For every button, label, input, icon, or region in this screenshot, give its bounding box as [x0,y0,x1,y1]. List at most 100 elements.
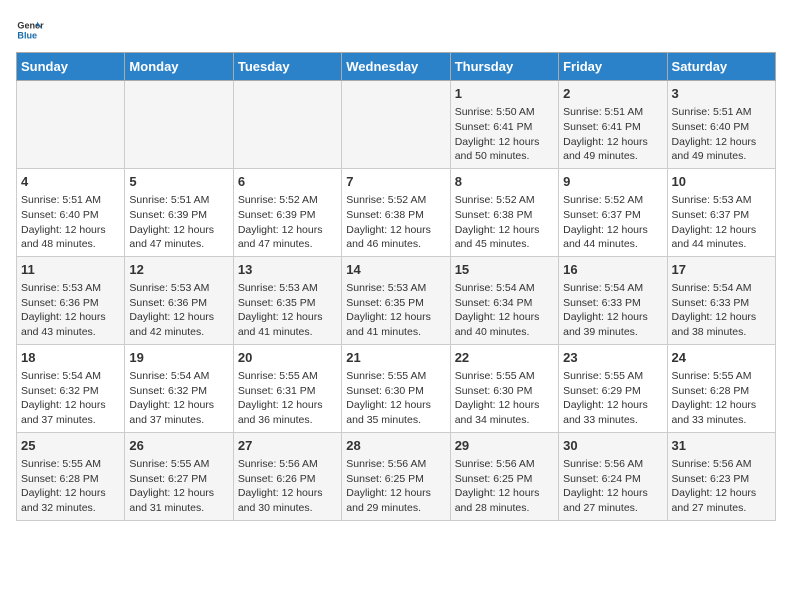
day-number: 10 [672,173,771,191]
cell-content: Sunrise: 5:51 AM Sunset: 6:41 PM Dayligh… [563,105,662,164]
calendar-cell: 11 Sunrise: 5:53 AM Sunset: 6:36 PM Dayli… [17,256,125,344]
day-number: 25 [21,437,120,455]
cell-content: Sunrise: 5:55 AM Sunset: 6:30 PM Dayligh… [455,369,554,428]
day-number: 16 [563,261,662,279]
calendar-cell: 22 Sunrise: 5:55 AM Sunset: 6:30 PM Dayli… [450,344,558,432]
calendar-body: 1Sunrise: 5:50 AM Sunset: 6:41 PM Daylig… [17,81,776,521]
cell-content: Sunrise: 5:55 AM Sunset: 6:28 PM Dayligh… [672,369,771,428]
week-row-4: 18Sunrise: 5:54 AM Sunset: 6:32 PM Dayli… [17,344,776,432]
calendar-cell: 30 Sunrise: 5:56 AM Sunset: 6:24 PM Dayli… [559,432,667,520]
day-number: 4 [21,173,120,191]
cell-content: Sunrise: 5:55 AM Sunset: 6:28 PM Dayligh… [21,457,120,516]
cell-content: Sunrise: 5:56 AM Sunset: 6:25 PM Dayligh… [455,457,554,516]
day-number: 9 [563,173,662,191]
day-number: 28 [346,437,445,455]
cell-content: Sunrise: 5:55 AM Sunset: 6:29 PM Dayligh… [563,369,662,428]
calendar-cell: 3Sunrise: 5:51 AM Sunset: 6:40 PM Daylig… [667,81,775,169]
cell-content: Sunrise: 5:55 AM Sunset: 6:27 PM Dayligh… [129,457,228,516]
header-cell-wednesday: Wednesday [342,53,450,81]
day-number: 31 [672,437,771,455]
cell-content: Sunrise: 5:54 AM Sunset: 6:32 PM Dayligh… [21,369,120,428]
cell-content: Sunrise: 5:51 AM Sunset: 6:40 PM Dayligh… [21,193,120,252]
calendar-cell: 26 Sunrise: 5:55 AM Sunset: 6:27 PM Dayli… [125,432,233,520]
calendar-cell: 16 Sunrise: 5:54 AM Sunset: 6:33 PM Dayli… [559,256,667,344]
cell-content: Sunrise: 5:52 AM Sunset: 6:39 PM Dayligh… [238,193,337,252]
cell-content: Sunrise: 5:52 AM Sunset: 6:38 PM Dayligh… [455,193,554,252]
calendar-cell: 7 Sunrise: 5:52 AM Sunset: 6:38 PM Daylig… [342,168,450,256]
header-cell-thursday: Thursday [450,53,558,81]
cell-content: Sunrise: 5:52 AM Sunset: 6:37 PM Dayligh… [563,193,662,252]
cell-content: Sunrise: 5:55 AM Sunset: 6:30 PM Dayligh… [346,369,445,428]
calendar-cell: 15 Sunrise: 5:54 AM Sunset: 6:34 PM Dayli… [450,256,558,344]
cell-content: Sunrise: 5:53 AM Sunset: 6:36 PM Dayligh… [21,281,120,340]
week-row-3: 11 Sunrise: 5:53 AM Sunset: 6:36 PM Dayli… [17,256,776,344]
cell-content: Sunrise: 5:54 AM Sunset: 6:33 PM Dayligh… [563,281,662,340]
day-number: 8 [455,173,554,191]
header-cell-saturday: Saturday [667,53,775,81]
calendar-cell [233,81,341,169]
day-number: 6 [238,173,337,191]
calendar-cell: 8 Sunrise: 5:52 AM Sunset: 6:38 PM Daylig… [450,168,558,256]
week-row-1: 1Sunrise: 5:50 AM Sunset: 6:41 PM Daylig… [17,81,776,169]
week-row-2: 4 Sunrise: 5:51 AM Sunset: 6:40 PM Daylig… [17,168,776,256]
cell-content: Sunrise: 5:56 AM Sunset: 6:26 PM Dayligh… [238,457,337,516]
calendar-cell: 12Sunrise: 5:53 AM Sunset: 6:36 PM Dayli… [125,256,233,344]
svg-text:Blue: Blue [17,30,37,40]
day-number: 17 [672,261,771,279]
cell-content: Sunrise: 5:54 AM Sunset: 6:33 PM Dayligh… [672,281,771,340]
cell-content: Sunrise: 5:52 AM Sunset: 6:38 PM Dayligh… [346,193,445,252]
calendar-cell: 28Sunrise: 5:56 AM Sunset: 6:25 PM Dayli… [342,432,450,520]
cell-content: Sunrise: 5:53 AM Sunset: 6:35 PM Dayligh… [346,281,445,340]
calendar-cell: 19Sunrise: 5:54 AM Sunset: 6:32 PM Dayli… [125,344,233,432]
calendar-cell: 31 Sunrise: 5:56 AM Sunset: 6:23 PM Dayli… [667,432,775,520]
day-number: 13 [238,261,337,279]
header-row: SundayMondayTuesdayWednesdayThursdayFrid… [17,53,776,81]
calendar-cell: 1Sunrise: 5:50 AM Sunset: 6:41 PM Daylig… [450,81,558,169]
cell-content: Sunrise: 5:53 AM Sunset: 6:37 PM Dayligh… [672,193,771,252]
header-cell-tuesday: Tuesday [233,53,341,81]
day-number: 7 [346,173,445,191]
calendar-table: SundayMondayTuesdayWednesdayThursdayFrid… [16,52,776,521]
day-number: 23 [563,349,662,367]
calendar-cell: 27 Sunrise: 5:56 AM Sunset: 6:26 PM Dayli… [233,432,341,520]
cell-content: Sunrise: 5:53 AM Sunset: 6:35 PM Dayligh… [238,281,337,340]
calendar-cell: 9 Sunrise: 5:52 AM Sunset: 6:37 PM Daylig… [559,168,667,256]
day-number: 14 [346,261,445,279]
calendar-cell: 13 Sunrise: 5:53 AM Sunset: 6:35 PM Dayli… [233,256,341,344]
day-number: 22 [455,349,554,367]
cell-content: Sunrise: 5:56 AM Sunset: 6:23 PM Dayligh… [672,457,771,516]
day-number: 11 [21,261,120,279]
day-number: 19 [129,349,228,367]
calendar-cell: 4 Sunrise: 5:51 AM Sunset: 6:40 PM Daylig… [17,168,125,256]
page-header: General Blue [16,16,776,44]
calendar-cell: 17 Sunrise: 5:54 AM Sunset: 6:33 PM Dayli… [667,256,775,344]
calendar-cell: 24 Sunrise: 5:55 AM Sunset: 6:28 PM Dayli… [667,344,775,432]
header-cell-monday: Monday [125,53,233,81]
calendar-cell: 21 Sunrise: 5:55 AM Sunset: 6:30 PM Dayli… [342,344,450,432]
day-number: 12 [129,261,228,279]
day-number: 15 [455,261,554,279]
day-number: 30 [563,437,662,455]
calendar-cell: 2 Sunrise: 5:51 AM Sunset: 6:41 PM Daylig… [559,81,667,169]
day-number: 24 [672,349,771,367]
calendar-cell: 14 Sunrise: 5:53 AM Sunset: 6:35 PM Dayli… [342,256,450,344]
day-number: 21 [346,349,445,367]
day-number: 1 [455,85,554,103]
day-number: 5 [129,173,228,191]
header-cell-sunday: Sunday [17,53,125,81]
day-number: 3 [672,85,771,103]
calendar-cell: 20Sunrise: 5:55 AM Sunset: 6:31 PM Dayli… [233,344,341,432]
calendar-cell [125,81,233,169]
day-number: 29 [455,437,554,455]
day-number: 27 [238,437,337,455]
day-number: 2 [563,85,662,103]
logo: General Blue [16,16,48,44]
calendar-cell: 29 Sunrise: 5:56 AM Sunset: 6:25 PM Dayli… [450,432,558,520]
calendar-cell: 10 Sunrise: 5:53 AM Sunset: 6:37 PM Dayli… [667,168,775,256]
cell-content: Sunrise: 5:51 AM Sunset: 6:39 PM Dayligh… [129,193,228,252]
day-number: 20 [238,349,337,367]
day-number: 26 [129,437,228,455]
cell-content: Sunrise: 5:56 AM Sunset: 6:24 PM Dayligh… [563,457,662,516]
cell-content: Sunrise: 5:54 AM Sunset: 6:34 PM Dayligh… [455,281,554,340]
calendar-header: SundayMondayTuesdayWednesdayThursdayFrid… [17,53,776,81]
